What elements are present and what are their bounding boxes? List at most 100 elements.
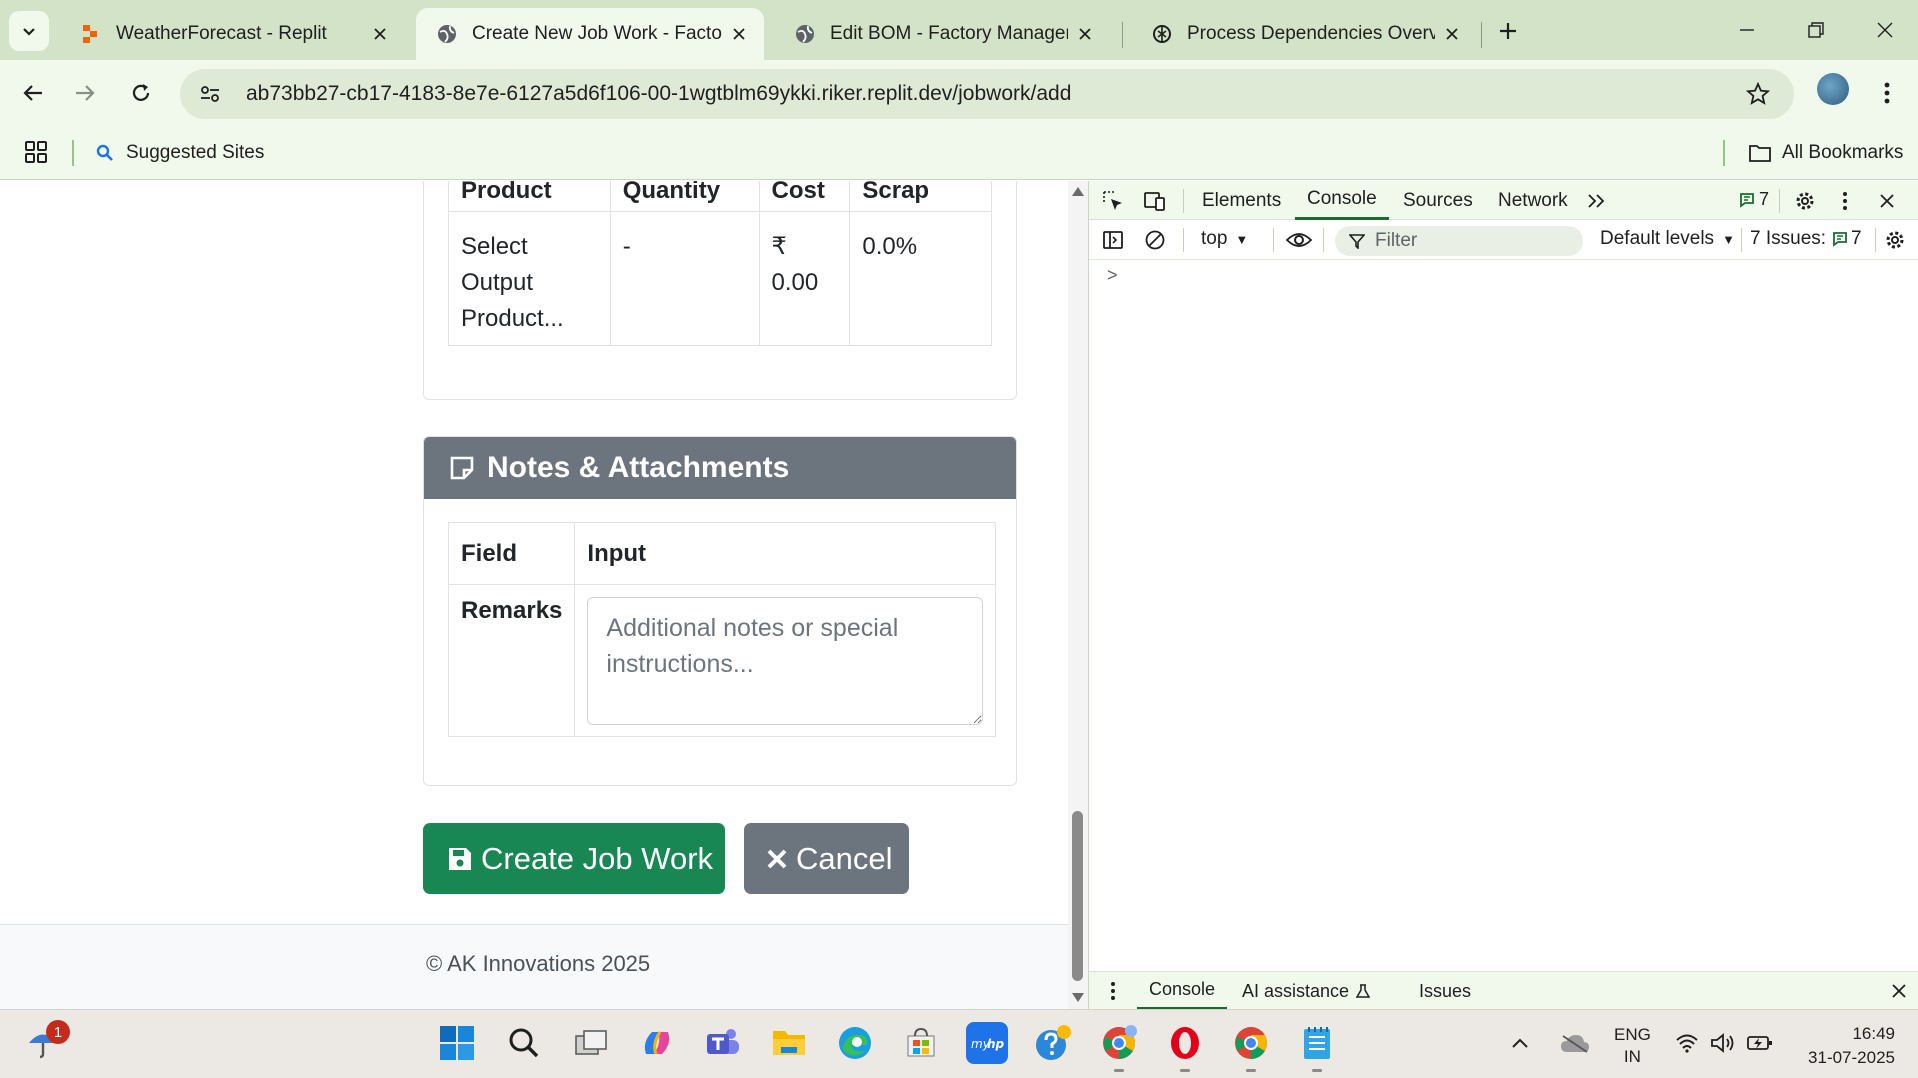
profile-avatar[interactable] — [1817, 73, 1849, 105]
log-levels-value: Default levels — [1600, 228, 1715, 249]
tab-edit-bom[interactable]: Edit BOM - Factory Managemen — [774, 8, 1110, 60]
running-indicator — [1180, 1069, 1190, 1072]
scroll-down-arrow-icon[interactable] — [1072, 993, 1084, 1002]
devtools-tab-console[interactable]: Console — [1295, 181, 1389, 220]
close-window-button[interactable] — [1860, 10, 1910, 50]
all-bookmarks-label: All Bookmarks — [1782, 142, 1904, 163]
forward-button[interactable] — [66, 74, 104, 112]
devtools-panel: Elements Console Sources Network 7 top ▼… — [1088, 181, 1918, 1010]
js-context-selector[interactable]: top ▼ — [1201, 228, 1248, 250]
volume-icon[interactable] — [1708, 1022, 1738, 1064]
drawer-tab-issues[interactable]: Issues — [1419, 972, 1471, 1010]
browser-menu-button[interactable] — [1872, 74, 1902, 112]
reload-button[interactable] — [122, 74, 160, 112]
console-filter-input[interactable]: Filter — [1335, 226, 1583, 256]
filter-icon — [1349, 234, 1365, 249]
tab-create-job-work[interactable]: Create New Job Work - Factory — [416, 8, 764, 60]
microsoft-store-icon[interactable] — [900, 1022, 942, 1064]
minimize-button[interactable] — [1722, 10, 1772, 50]
close-tab-icon[interactable] — [369, 23, 391, 45]
battery-charging-icon[interactable] — [1744, 1022, 1776, 1064]
output-product-card: Product Quantity Cost Scrap Select Outpu… — [423, 181, 1017, 400]
devtools-tab-network[interactable]: Network — [1498, 181, 1568, 220]
cancel-button[interactable]: Cancel — [744, 823, 909, 894]
teams-icon[interactable] — [702, 1022, 744, 1064]
chrome-browser-icon[interactable] — [1230, 1022, 1272, 1064]
close-devtools-icon[interactable] — [1873, 187, 1901, 215]
show-hidden-icons-chevron-icon[interactable] — [1505, 1022, 1535, 1064]
close-tab-icon[interactable] — [1441, 23, 1463, 45]
system-clock[interactable]: 16:49 31-07-2025 — [1795, 1022, 1895, 1070]
notepad-icon[interactable] — [1296, 1022, 1338, 1064]
back-button[interactable] — [14, 74, 52, 112]
close-tab-icon[interactable] — [728, 23, 750, 45]
onedrive-cloud-icon[interactable] — [1556, 1022, 1594, 1064]
remarks-input-cell — [574, 584, 997, 737]
help-icon[interactable] — [1032, 1022, 1074, 1064]
chrome-profile-icon[interactable] — [1098, 1022, 1140, 1064]
drawer-more-icon[interactable] — [1099, 977, 1127, 1005]
devtools-more-icon[interactable] — [1831, 187, 1859, 215]
console-settings-icon[interactable] — [1881, 226, 1909, 254]
clear-console-icon[interactable] — [1141, 226, 1169, 254]
console-messages-count[interactable]: 7 — [1739, 189, 1769, 210]
copilot-icon[interactable] — [636, 1022, 678, 1064]
site-info-icon[interactable] — [192, 76, 228, 112]
scroll-up-arrow-icon[interactable] — [1072, 187, 1084, 196]
live-expression-eye-icon[interactable] — [1285, 226, 1313, 254]
quantity-cell: - — [609, 211, 760, 346]
scrollbar-thumb[interactable] — [1072, 811, 1083, 981]
web-page: Product Quantity Cost Scrap Select Outpu… — [0, 181, 1088, 1009]
tab-weatherforecast[interactable]: WeatherForecast - Replit — [60, 8, 405, 60]
drawer-tab-console[interactable]: Console — [1137, 972, 1228, 1010]
console-prompt[interactable]: > — [1107, 265, 1118, 286]
more-tabs-icon[interactable] — [1583, 187, 1611, 215]
js-context-value: top — [1201, 228, 1228, 249]
close-icon — [767, 849, 787, 868]
bookmark-star-icon[interactable] — [1740, 76, 1776, 112]
notes-card-header: Notes & Attachments — [424, 437, 1016, 499]
drawer-tab-ai-label: AI assistance — [1242, 980, 1350, 1001]
sidebar-toggle-icon[interactable] — [1099, 226, 1127, 254]
wifi-icon[interactable] — [1672, 1022, 1702, 1064]
language-code: ENG — [1614, 1025, 1651, 1044]
suggested-sites-bookmark[interactable]: Suggested Sites — [96, 138, 264, 168]
start-windows-icon[interactable] — [436, 1022, 478, 1064]
issues-counter[interactable]: 7 Issues: 7 — [1750, 228, 1862, 250]
globe-icon — [796, 25, 814, 43]
new-tab-button[interactable] — [1491, 14, 1525, 48]
opera-browser-icon[interactable] — [1164, 1022, 1206, 1064]
product-cell[interactable]: Select Output Product... — [448, 211, 611, 346]
page-scrollbar[interactable] — [1068, 181, 1088, 1009]
settings-gear-icon[interactable] — [1791, 187, 1819, 215]
product-cell-line: Product... — [461, 305, 564, 332]
bookmark-separator — [72, 140, 74, 166]
tab-process-dependencies[interactable]: Process Dependencies Overview — [1131, 8, 1477, 60]
restore-button[interactable] — [1791, 10, 1841, 50]
plus-icon — [1500, 23, 1516, 39]
device-toolbar-icon[interactable] — [1141, 187, 1169, 215]
address-bar[interactable]: ab73bb27-cb17-4183-8e7e-6127a5d6f106-00-… — [180, 69, 1794, 119]
remarks-textarea[interactable] — [587, 597, 984, 725]
restore-icon — [1808, 22, 1824, 38]
close-drawer-icon[interactable] — [1885, 977, 1913, 1005]
cancel-label: Cancel — [796, 840, 893, 876]
input-language-indicator[interactable]: ENG IN — [1614, 1024, 1651, 1068]
column-header-scrap: Scrap — [849, 181, 992, 212]
log-levels-dropdown[interactable]: Default levels ▼ — [1600, 228, 1735, 250]
devtools-tab-elements[interactable]: Elements — [1202, 181, 1281, 220]
task-view-icon[interactable] — [570, 1022, 612, 1064]
taskbar-search-icon[interactable] — [503, 1022, 545, 1064]
browser-toolbar: ab73bb27-cb17-4183-8e7e-6127a5d6f106-00-… — [0, 60, 1918, 126]
apps-grid-icon[interactable] — [24, 140, 48, 164]
inspect-element-icon[interactable] — [1099, 187, 1127, 215]
close-tab-icon[interactable] — [1074, 23, 1096, 45]
all-bookmarks-button[interactable]: All Bookmarks — [1748, 138, 1903, 168]
drawer-tab-ai-assistance[interactable]: AI assistance — [1242, 972, 1371, 1010]
create-job-work-button[interactable]: Create Job Work — [423, 823, 725, 894]
file-explorer-icon[interactable] — [768, 1022, 810, 1064]
tab-search-button[interactable] — [9, 11, 49, 51]
myhp-icon[interactable]: my hp — [966, 1022, 1008, 1064]
edge-browser-icon[interactable] — [834, 1022, 876, 1064]
devtools-tab-sources[interactable]: Sources — [1403, 181, 1473, 220]
